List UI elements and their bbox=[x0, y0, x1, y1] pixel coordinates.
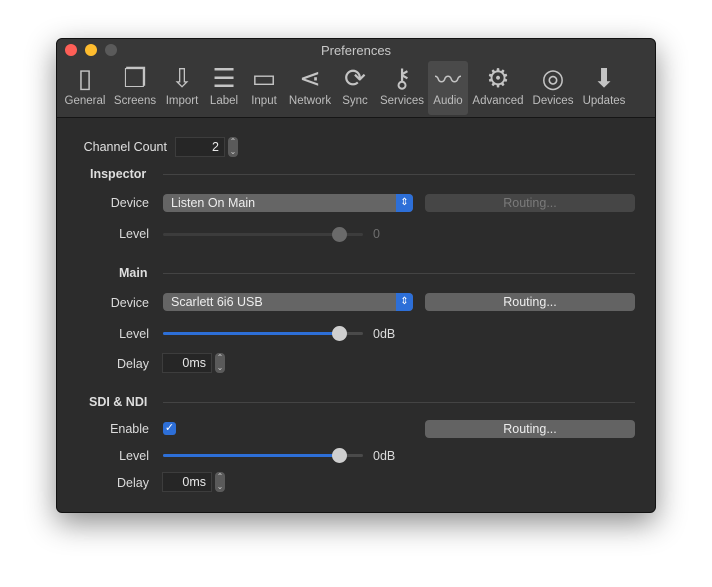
toolbar-item-devices[interactable]: ◎ Devices bbox=[527, 61, 579, 115]
slider-fill bbox=[163, 454, 339, 457]
inspector-heading: Inspector bbox=[90, 167, 147, 181]
inspector-device-label: Device bbox=[110, 196, 149, 210]
sdi-ndi-heading: SDI & NDI bbox=[89, 395, 148, 409]
main-heading: Main bbox=[119, 266, 148, 280]
toolbar-item-updates[interactable]: ⬇ Updates bbox=[578, 61, 630, 115]
toolbar-item-label: Screens bbox=[113, 95, 157, 107]
slider-knob[interactable] bbox=[332, 326, 347, 341]
toolbar-item-label: Input bbox=[251, 95, 277, 107]
screens-icon: ❐ bbox=[123, 62, 147, 93]
toolbar-item-label: Sync bbox=[342, 95, 368, 107]
sdi-delay-stepper[interactable]: ⌃ ⌄ bbox=[215, 472, 225, 492]
channel-count-label: Channel Count bbox=[83, 140, 167, 154]
inspector-routing-button[interactable]: Routing... bbox=[425, 194, 635, 212]
toolbar-item-label: Advanced bbox=[472, 95, 524, 107]
toolbar-item-advanced[interactable]: ⚙ Advanced bbox=[472, 61, 524, 115]
sdi-enable-label: Enable bbox=[110, 422, 149, 436]
gear-icon: ⚙ bbox=[486, 62, 510, 93]
divider bbox=[163, 402, 635, 403]
inspector-level-slider[interactable] bbox=[163, 227, 363, 242]
channel-count-field[interactable]: 2 bbox=[175, 137, 225, 157]
download-icon: ⬇ bbox=[593, 62, 615, 93]
main-routing-button[interactable]: Routing... bbox=[425, 293, 635, 311]
toolbar-item-label: Updates bbox=[582, 95, 626, 107]
sdi-delay-label: Delay bbox=[117, 476, 149, 490]
inspector-level-value: 0 bbox=[373, 227, 380, 241]
chevron-updown-icon: ⇕ bbox=[396, 293, 413, 311]
chevron-updown-icon: ⇕ bbox=[396, 194, 413, 212]
main-delay-label: Delay bbox=[117, 357, 149, 371]
sdi-delay-field[interactable]: 0ms bbox=[162, 472, 212, 492]
toolbar-item-general[interactable]: ▯ General bbox=[59, 61, 111, 115]
waveform-icon: 〰 bbox=[434, 64, 461, 95]
titlebar: Preferences ▯ General ❐ Screens ⇩ Import ☰ Labe… bbox=[57, 39, 655, 118]
main-level-slider[interactable] bbox=[163, 326, 363, 341]
toolbar-item-label: Audio bbox=[433, 95, 463, 107]
main-delay-stepper[interactable]: ⌃ ⌄ bbox=[215, 353, 225, 373]
divider bbox=[163, 174, 635, 175]
slider-knob[interactable] bbox=[332, 227, 347, 242]
inspector-level-label: Level bbox=[119, 227, 149, 241]
sdi-enable-checkbox[interactable]: ✓ bbox=[163, 422, 176, 435]
toolbar-item-input[interactable]: ▭ Input bbox=[238, 61, 290, 115]
slider-knob[interactable] bbox=[332, 448, 347, 463]
sdi-level-value: 0dB bbox=[373, 449, 396, 463]
input-icon: ▭ bbox=[251, 62, 277, 93]
main-device-label: Device bbox=[110, 296, 149, 310]
sdi-routing-button[interactable]: Routing... bbox=[425, 420, 635, 438]
main-device-select[interactable]: Scarlett 6i6 USB ⇕ bbox=[163, 293, 413, 311]
inspector-device-value: Listen On Main bbox=[171, 196, 256, 210]
sdi-level-label: Level bbox=[119, 449, 149, 463]
preferences-window: Preferences ▯ General ❐ Screens ⇩ Import ☰ Labe… bbox=[56, 38, 656, 513]
key-icon: ⚷ bbox=[392, 62, 412, 93]
window-title: Preferences bbox=[320, 43, 392, 58]
toolbar-item-label: General bbox=[64, 95, 106, 107]
sdi-level-slider[interactable] bbox=[163, 448, 363, 463]
main-delay-field[interactable]: 0ms bbox=[162, 353, 212, 373]
main-level-value: 0dB bbox=[373, 327, 396, 341]
toolbar-item-label: Services bbox=[379, 95, 425, 107]
general-icon: ▯ bbox=[77, 62, 93, 93]
main-level-label: Level bbox=[119, 327, 149, 341]
toolbar-item-services[interactable]: ⚷ Services bbox=[376, 61, 428, 115]
channel-count-stepper[interactable]: ⌃ ⌄ bbox=[228, 137, 238, 157]
toolbar-item-screens[interactable]: ❐ Screens bbox=[109, 61, 161, 115]
divider bbox=[163, 273, 635, 274]
inspector-device-select[interactable]: Listen On Main ⇕ bbox=[163, 194, 413, 212]
antenna-icon: ◎ bbox=[541, 62, 565, 93]
toolbar-item-sync[interactable]: ⟳ Sync bbox=[329, 61, 381, 115]
sync-icon: ⟳ bbox=[344, 62, 366, 93]
main-device-value: Scarlett 6i6 USB bbox=[171, 295, 263, 309]
toolbar-item-audio[interactable]: 〰 Audio bbox=[428, 61, 468, 115]
slider-fill bbox=[163, 332, 339, 335]
toolbar-item-label: Devices bbox=[532, 95, 574, 107]
